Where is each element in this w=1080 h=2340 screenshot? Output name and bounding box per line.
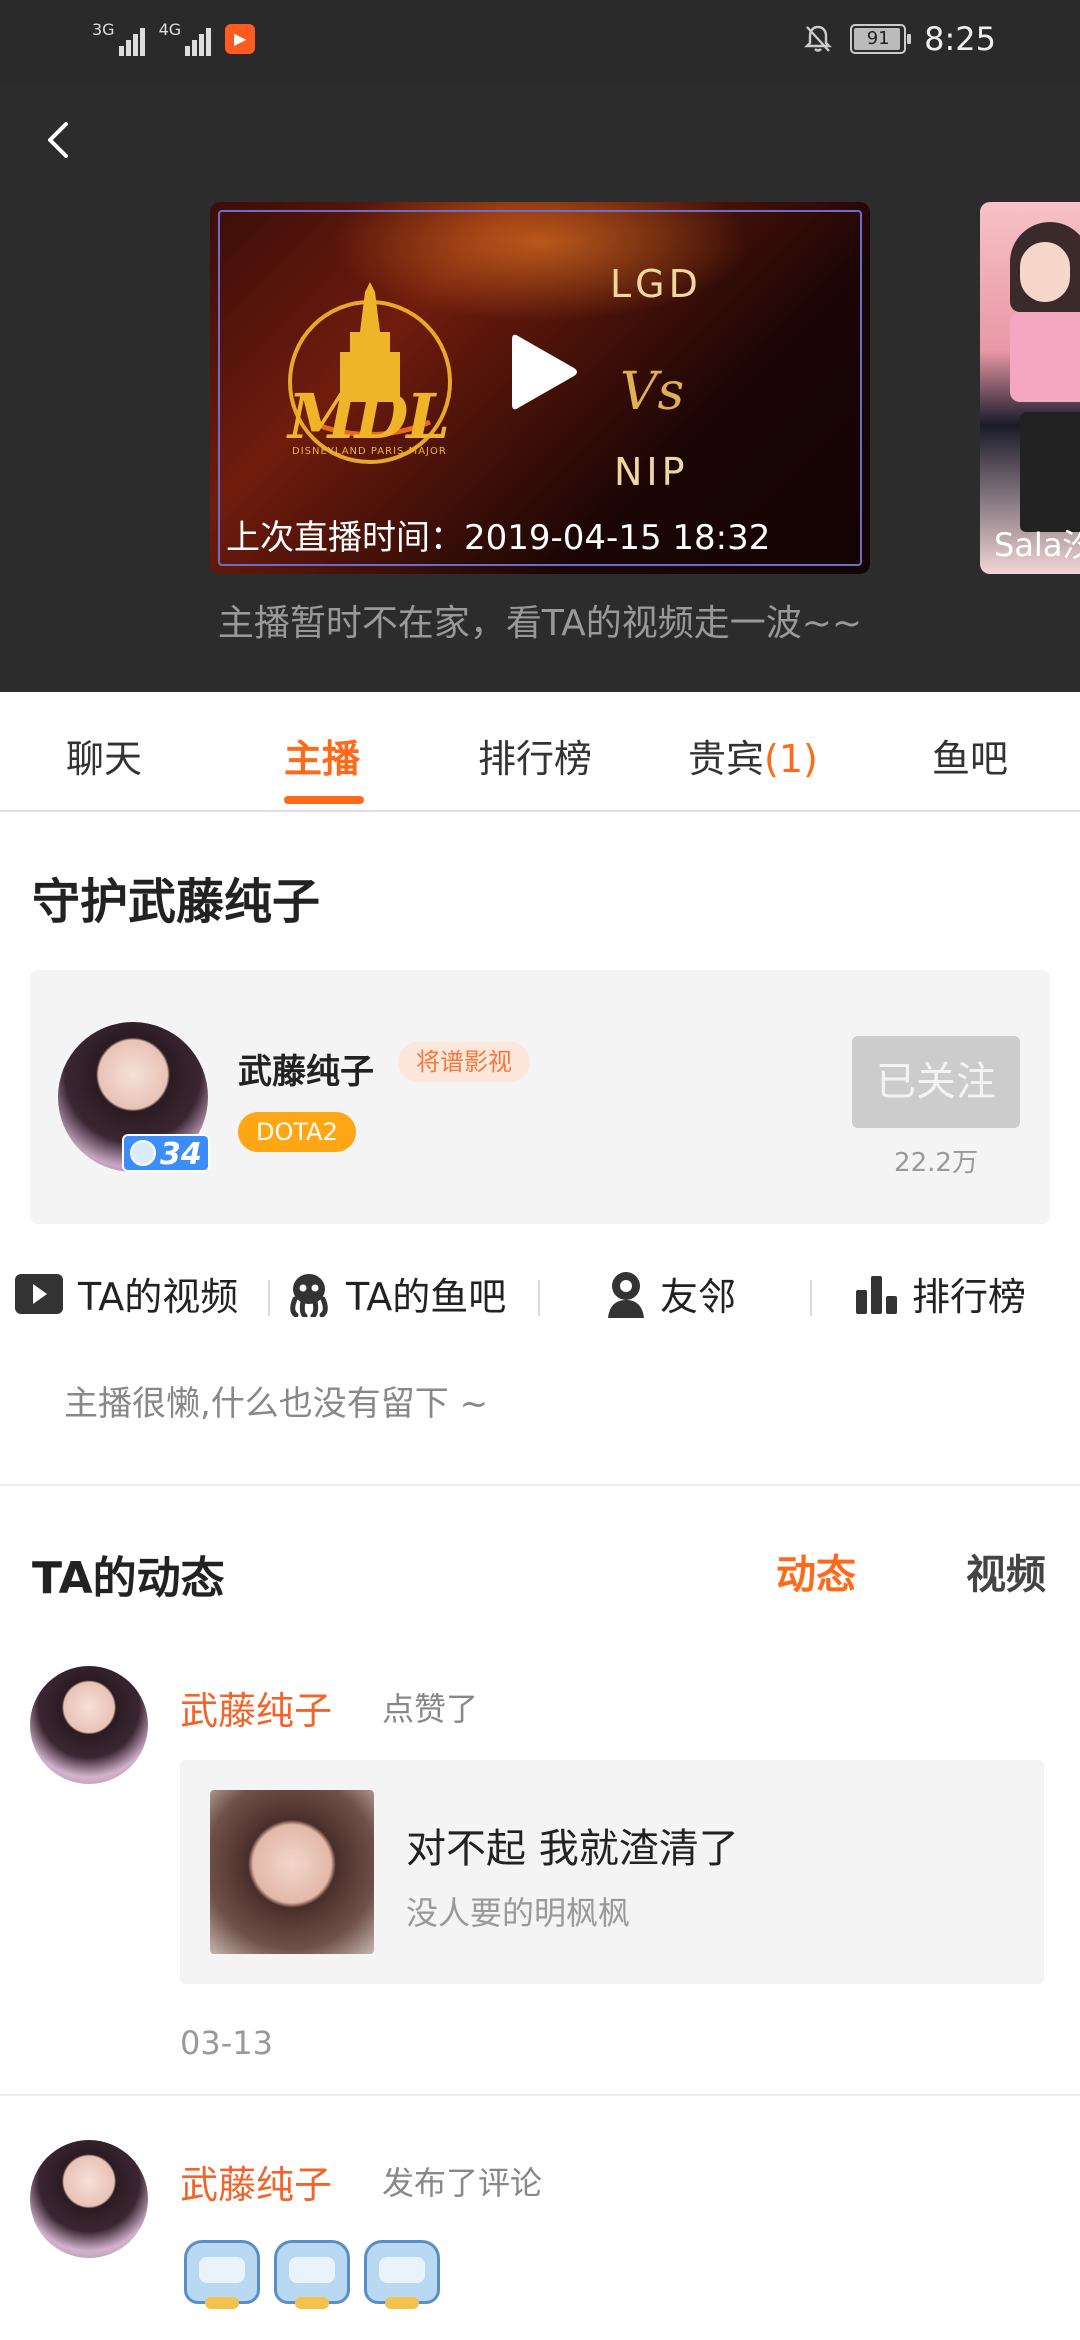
network-type: 3G <box>92 20 115 39</box>
ta-fishbar-label: TA的鱼吧 <box>346 1275 507 1319</box>
feed-action: 发布了评论 <box>382 2164 543 2202</box>
signal-icon: 3G <box>92 22 145 56</box>
anchor-card: 34 武藤纯子 将谱影视 DOTA2 已关注 22.2万 <box>30 970 1050 1224</box>
quick-links: TA的视频 TA的鱼吧 友邻 排行榜 <box>0 1260 1080 1330</box>
anchor-bio: 主播很懒,什么也没有留下 ~ <box>64 1384 489 1424</box>
game-tag[interactable]: DOTA2 <box>238 1112 356 1152</box>
replay-video-card[interactable]: MDL DISNEYLAND PARIS MAJOR LGD Vs NIP 上次… <box>210 202 870 574</box>
network-type: 4G <box>158 20 182 39</box>
tab-anchor[interactable]: 主播 <box>284 728 360 783</box>
feed-action: 点赞了 <box>382 1690 479 1728</box>
battery-icon: 91 <box>850 24 912 54</box>
liked-video-thumbnail <box>210 1790 374 1954</box>
team-bottom: NIP <box>614 450 689 494</box>
divider <box>0 1484 1080 1486</box>
avatar[interactable] <box>30 1666 148 1784</box>
avatar[interactable] <box>30 2140 148 2258</box>
active-tab-indicator <box>284 796 364 804</box>
play-icon: ▶ <box>225 24 256 54</box>
event-logo-subtitle: DISNEYLAND PARIS MAJOR <box>292 446 447 457</box>
section-title: 守护武藤纯子 <box>32 874 321 930</box>
last-live-time: 上次直播时间：2019-04-15 18:32 <box>226 518 771 558</box>
offline-message: 主播暂时不在家，看TA的视频走一波~~ <box>217 603 863 644</box>
feed-tab-video[interactable]: 视频 <box>966 1542 1046 1600</box>
feed-user-name[interactable]: 武藤纯子 <box>180 2154 332 2209</box>
hero-area: MDL DISNEYLAND PARIS MAJOR LGD Vs NIP 上次… <box>0 84 1080 692</box>
level-gem-icon <box>130 1140 156 1166</box>
liked-video-card[interactable]: 对不起 我就渣清了 没人要的明枫枫 <box>180 1760 1044 1984</box>
follow-button[interactable]: 已关注 <box>852 1036 1020 1128</box>
divider <box>0 2094 1080 2096</box>
feed-date: 03-13 <box>180 2024 273 2062</box>
neighbors-label: 友邻 <box>660 1275 737 1319</box>
emoji-sticker-icon <box>184 2240 260 2309</box>
feed-tab-dynamic[interactable]: 动态 <box>776 1542 856 1600</box>
bell-off-icon <box>804 25 833 52</box>
next-video-thumbnail[interactable]: Sala汐 <box>980 202 1080 574</box>
emoji-sticker-icon <box>274 2240 350 2309</box>
anchor-name: 武藤纯子 <box>238 1052 374 1092</box>
ranking-link[interactable]: 排行榜 <box>854 1266 1026 1321</box>
ranking-label: 排行榜 <box>912 1275 1027 1319</box>
ta-fishbar-link[interactable]: TA的鱼吧 <box>286 1266 506 1321</box>
room-tabs: 聊天 主播 排行榜 贵宾(1) 鱼吧 <box>0 692 1080 812</box>
neighbors-link[interactable]: 友邻 <box>606 1266 736 1321</box>
play-icon[interactable] <box>510 332 580 412</box>
liked-video-title: 对不起 我就渣清了 <box>406 1826 739 1872</box>
event-logo-text: MDL <box>288 380 450 453</box>
signal-icon: 4G <box>159 22 212 56</box>
status-left: 3G 4G ▶ <box>92 22 256 56</box>
liked-video-author: 没人要的明枫枫 <box>406 1894 631 1932</box>
follower-count: 22.2万 <box>894 1148 978 1178</box>
next-video-title: Sala汐 <box>994 526 1080 564</box>
ta-videos-label: TA的视频 <box>78 1275 239 1319</box>
tab-fishbar[interactable]: 鱼吧 <box>932 728 1008 783</box>
back-icon[interactable] <box>36 116 84 164</box>
comment-emojis <box>184 2240 440 2309</box>
feed-user-name[interactable]: 武藤纯子 <box>180 1680 332 1735</box>
octopus-icon <box>290 1273 328 1317</box>
org-tag: 将谱影视 <box>398 1042 530 1082</box>
tab-vip-label: 贵宾 <box>688 737 765 781</box>
feed-title: TA的动态 <box>32 1553 225 1604</box>
tab-ranking[interactable]: 排行榜 <box>478 728 592 783</box>
status-bar: 3G 4G ▶ 91 8:25 <box>0 0 1080 84</box>
clock: 8:25 <box>924 20 996 58</box>
video-icon <box>15 1273 63 1314</box>
team-top: LGD <box>610 262 702 306</box>
tab-chat[interactable]: 聊天 <box>66 728 142 783</box>
tab-vip[interactable]: 贵宾(1) <box>688 728 818 783</box>
bar-chart-icon <box>856 1275 897 1314</box>
status-right: 91 8:25 <box>804 20 996 58</box>
level-badge: 34 <box>122 1134 210 1172</box>
level-value: 34 <box>160 1137 202 1172</box>
ta-videos-link[interactable]: TA的视频 <box>14 1266 238 1321</box>
battery-level: 91 <box>866 28 890 49</box>
tab-vip-count: (1) <box>764 737 818 781</box>
person-icon <box>608 1271 644 1318</box>
emoji-sticker-icon <box>364 2240 440 2309</box>
versus-text: Vs <box>620 362 685 422</box>
